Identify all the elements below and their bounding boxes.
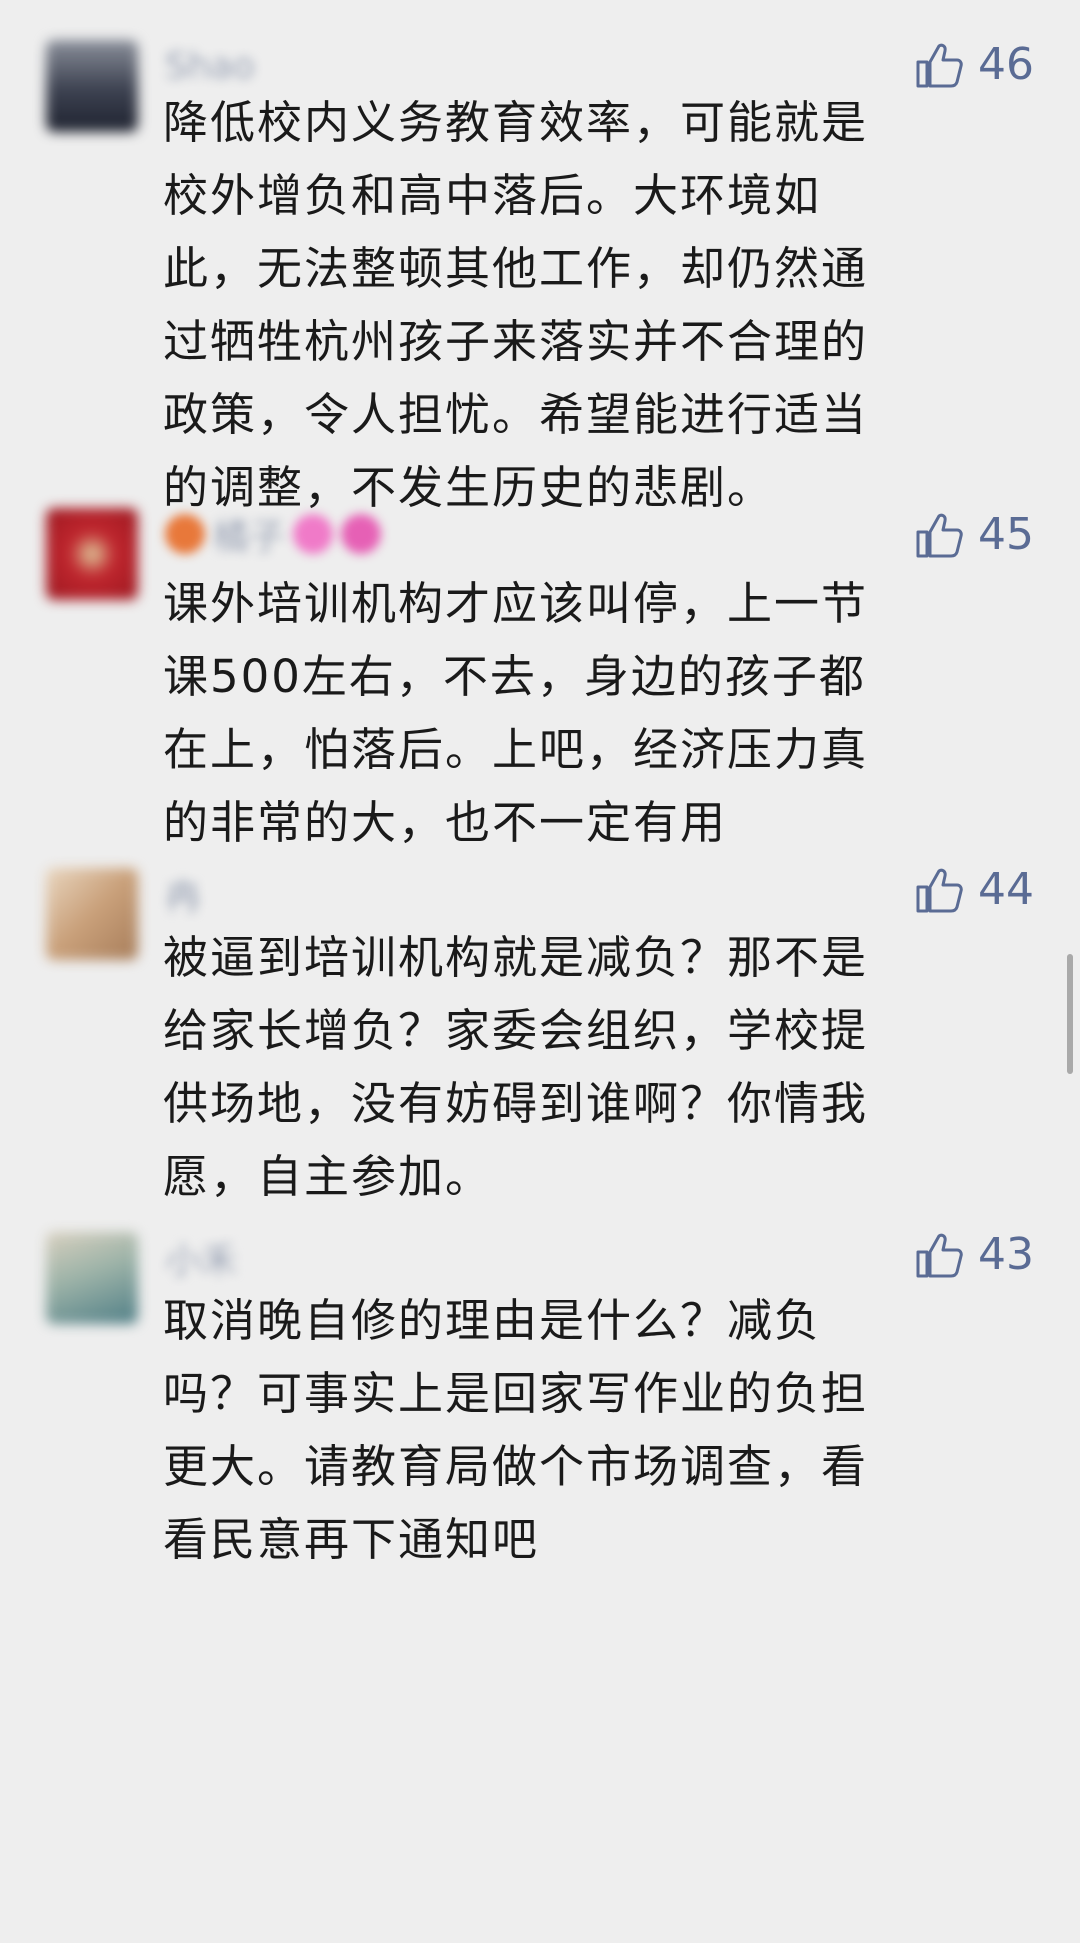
comment-text: 被逼到培训机构就是减负？那不是 给家长增负？家委会组织，学校提 供场地，没有妨碍…: [163, 931, 869, 1203]
thumbs-up-icon: [914, 1230, 964, 1280]
avatar[interactable]: [46, 1232, 138, 1324]
avatar[interactable]: [46, 508, 138, 600]
like-count: 43: [978, 1229, 1034, 1280]
like-button[interactable]: 45: [914, 510, 1034, 560]
username[interactable]: Shao: [165, 44, 255, 88]
scrollbar[interactable]: [1067, 954, 1073, 1074]
username[interactable]: 橘子: [165, 512, 382, 558]
thumbs-up-icon: [914, 510, 964, 560]
avatar[interactable]: [46, 868, 138, 960]
like-button[interactable]: 44: [914, 865, 1034, 915]
like-count: 45: [978, 509, 1034, 560]
thumbs-up-icon: [914, 865, 964, 915]
comment-text: 降低校内义务教育效率，可能就是 校外增负和高中落后。大环境如 此，无法整顿其他工…: [163, 96, 869, 514]
avatar[interactable]: [46, 40, 138, 132]
username-text: 橘子: [213, 517, 286, 558]
comment-text: 取消晚自修的理由是什么？减负 吗？可事实上是回家写作业的负担 更大。请教育局做个…: [163, 1294, 869, 1566]
emoji-icon: [165, 514, 205, 554]
username-text: 冉: [165, 877, 202, 918]
username-text: 小禾: [165, 1241, 238, 1282]
like-button[interactable]: 46: [914, 40, 1034, 90]
like-count: 44: [978, 864, 1034, 915]
emoji-icon: [341, 514, 382, 554]
thumbs-up-icon: [914, 40, 964, 90]
like-count: 46: [978, 39, 1034, 90]
username[interactable]: 小禾: [165, 1236, 237, 1282]
username-text: Shao: [165, 45, 255, 87]
username[interactable]: 冉: [165, 872, 201, 918]
like-button[interactable]: 43: [914, 1230, 1034, 1280]
comment-text: 课外培训机构才应该叫停，上一节 课500左右，不去，身边的孩子都 在上，怕落后。…: [163, 577, 869, 849]
emoji-icon: [293, 514, 334, 554]
